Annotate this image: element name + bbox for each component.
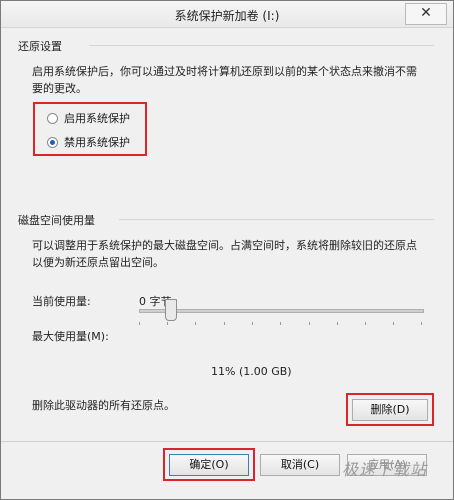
restore-description-line1: 启用系统保护后，你可以通过及时将计算机还原到以前的某个状态点来撤消不需: [32, 65, 417, 78]
max-usage-label: 最大使用量(M):: [32, 330, 109, 343]
max-usage-slider-track[interactable]: [139, 309, 424, 313]
slider-ticks: [139, 322, 422, 326]
restore-description-line2: 要的更改。: [32, 82, 87, 95]
system-protection-dialog: 系统保护新加卷 (I:) ✕ 还原设置 启用系统保护后，你可以通过及时将计算机还…: [0, 0, 454, 500]
delete-description: 删除此驱动器的所有还原点。: [32, 399, 175, 412]
ok-button[interactable]: 确定(O): [169, 454, 249, 476]
title-bar: 系统保护新加卷 (I:) ✕: [1, 1, 453, 28]
disk-usage-divider: [119, 219, 434, 220]
disk-description-line1: 可以调整用于系统保护的最大磁盘空间。占满空间时，系统将删除较旧的还原点: [32, 239, 417, 252]
restore-settings-label: 还原设置: [18, 40, 62, 53]
disk-usage-label: 磁盘空间使用量: [18, 214, 95, 227]
disk-description-line2: 以便为新还原点留出空间。: [32, 256, 164, 269]
radio-disable-protection[interactable]: 禁用系统保护: [47, 134, 130, 150]
current-usage-label: 当前使用量:: [32, 295, 91, 308]
close-button[interactable]: ✕: [405, 3, 447, 25]
max-usage-slider-thumb[interactable]: [165, 299, 178, 321]
radio-button-unchecked[interactable]: [47, 112, 58, 124]
cancel-button[interactable]: 取消(C): [260, 454, 340, 476]
radio-button-checked[interactable]: [47, 136, 58, 148]
watermark-text: 极速下载站: [341, 460, 427, 479]
window-title: 系统保护新加卷 (I:): [174, 9, 280, 23]
delete-button[interactable]: 删除(D): [352, 399, 428, 421]
slider-value-text: 11% (1.00 GB): [211, 365, 292, 378]
footer-divider: [1, 441, 453, 442]
disable-protection-label: 禁用系统保护: [64, 136, 130, 149]
dialog-body: 还原设置 启用系统保护后，你可以通过及时将计算机还原到以前的某个状态点来撤消不需…: [1, 28, 453, 499]
restore-settings-divider: [89, 45, 434, 46]
radio-enable-protection[interactable]: 启用系统保护: [47, 110, 130, 126]
enable-protection-label: 启用系统保护: [64, 112, 130, 125]
